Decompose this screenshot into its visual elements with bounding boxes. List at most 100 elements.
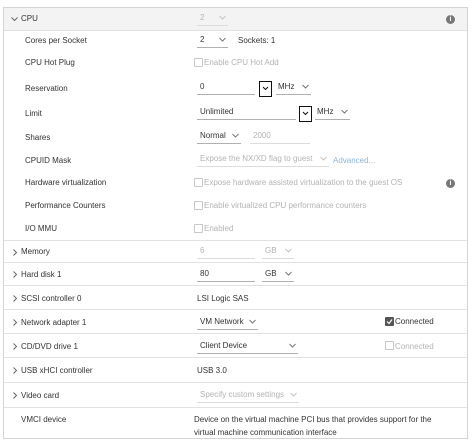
network-adapter-label: Network adapter 1 xyxy=(21,318,87,327)
vmci-description-line2: virtual machine communication interface xyxy=(194,428,337,437)
hard-disk-value: 80 xyxy=(200,269,209,278)
cdrom-label: CD/DVD drive 1 xyxy=(21,342,78,351)
cpu-header[interactable]: CPU 2 i xyxy=(4,8,467,31)
dropdown-arrow-icon xyxy=(302,84,309,89)
info-icon[interactable]: i xyxy=(446,15,455,24)
shares-select[interactable]: Normal xyxy=(197,130,241,144)
limit-unit-select[interactable]: MHz xyxy=(315,106,350,120)
cdrom-connected-label: Connected xyxy=(395,342,434,351)
scsi-controller-row[interactable]: SCSI controller 0 LSI Logic SAS xyxy=(4,285,467,310)
cdrom-select[interactable]: Client Device xyxy=(197,340,298,354)
dropdown-arrow-icon xyxy=(289,343,296,348)
perf-counters-checkbox[interactable] xyxy=(194,201,203,210)
hw-virtualization-row: Hardware virtualization Expose hardware … xyxy=(4,171,467,194)
hard-disk-row[interactable]: Hard disk 1 80 GB xyxy=(4,262,467,286)
dropdown-arrow-icon xyxy=(285,248,292,253)
limit-label: Limit xyxy=(25,109,42,118)
limit-input[interactable]: Unlimited xyxy=(197,106,296,120)
cpu-hot-plug-label: CPU Hot Plug xyxy=(25,58,75,67)
dropdown-arrow-icon xyxy=(219,37,226,42)
iommu-label: I/O MMU xyxy=(25,224,57,233)
reservation-input[interactable]: 0 xyxy=(197,81,255,95)
reservation-unit: MHz xyxy=(278,82,295,91)
network-adapter-row[interactable]: Network adapter 1 VM Network Connected xyxy=(4,309,467,334)
limit-row: Limit Unlimited MHz xyxy=(4,101,467,125)
hard-disk-unit: GB xyxy=(265,269,277,278)
hw-virtualization-checkbox[interactable] xyxy=(194,178,203,187)
iommu-option: Enabled xyxy=(204,224,234,233)
iommu-checkbox[interactable] xyxy=(194,224,203,233)
dropdown-arrow-icon xyxy=(290,392,297,397)
checkbox-icon xyxy=(386,319,393,325)
chevron-right-icon[interactable] xyxy=(12,343,18,350)
perf-counters-option: Enable virtualized CPU performance count… xyxy=(204,201,367,210)
shares-label: Shares xyxy=(25,133,51,142)
advanced-link[interactable]: Advanced... xyxy=(333,156,375,165)
reservation-row: Reservation 0 MHz xyxy=(4,76,467,101)
shares-amount-input[interactable]: 2000 xyxy=(250,130,310,144)
cpuid-mask-select[interactable]: Expose the NX/XD flag to guest xyxy=(197,153,329,167)
chevron-right-icon[interactable] xyxy=(12,295,18,302)
reservation-value: 0 xyxy=(200,82,205,91)
cpu-hot-plug-row: CPU Hot Plug Enable CPU Hot Add xyxy=(4,52,467,76)
hard-disk-input[interactable]: 80 xyxy=(197,268,255,282)
cdrom-value: Client Device xyxy=(200,341,248,350)
cores-per-socket-value: 2 xyxy=(200,35,205,44)
video-card-label: Video card xyxy=(21,391,60,400)
hard-disk-label: Hard disk 1 xyxy=(21,270,62,279)
chevron-right-icon[interactable] xyxy=(12,392,18,399)
perf-counters-row: Performance Counters Enable virtualized … xyxy=(4,194,467,217)
hw-virtualization-option: Expose hardware assisted virtualization … xyxy=(204,178,403,187)
memory-value: 6 xyxy=(200,246,205,255)
vmci-device-row: VMCI device Device on the virtual machin… xyxy=(4,407,467,438)
network-select[interactable]: VM Network xyxy=(197,316,258,330)
hot-add-option: Enable CPU Hot Add xyxy=(204,58,279,67)
shares-value: Normal xyxy=(200,131,226,140)
memory-input[interactable]: 6 xyxy=(197,245,255,259)
cpuid-mask-label: CPUID Mask xyxy=(25,156,72,165)
network-connected-label: Connected xyxy=(395,317,434,326)
video-card-row[interactable]: Video card Specify custom settings xyxy=(4,382,467,408)
info-icon[interactable]: i xyxy=(446,179,455,188)
reservation-dropdown-button[interactable] xyxy=(259,81,272,97)
hard-disk-unit-select[interactable]: GB xyxy=(262,268,294,282)
video-card-select[interactable]: Specify custom settings xyxy=(197,389,299,403)
cpu-label: CPU xyxy=(21,14,38,23)
memory-row[interactable]: Memory 6 GB xyxy=(4,240,467,263)
usb-controller-row[interactable]: USB xHCI controller USB 3.0 xyxy=(4,357,467,383)
dropdown-arrow-icon xyxy=(341,109,348,114)
chevron-right-icon[interactable] xyxy=(12,367,18,374)
usb-controller-label: USB xHCI controller xyxy=(21,366,93,375)
dropdown-arrow-icon xyxy=(232,133,239,138)
vm-hardware-panel: CPU 2 i Cores per Socket 2 Sockets: 1 CP… xyxy=(3,7,468,439)
memory-unit-select[interactable]: GB xyxy=(262,245,294,259)
limit-dropdown-button[interactable] xyxy=(299,106,312,122)
cpu-count-value: 2 xyxy=(200,13,205,22)
dropdown-arrow-icon xyxy=(249,319,256,324)
dropdown-arrow-icon xyxy=(285,271,292,276)
reservation-unit-select[interactable]: MHz xyxy=(276,81,311,95)
limit-value: Unlimited xyxy=(200,107,234,116)
network-value: VM Network xyxy=(200,317,244,326)
network-connected-checkbox[interactable] xyxy=(385,317,394,326)
usb-controller-value: USB 3.0 xyxy=(197,366,227,375)
chevron-right-icon[interactable] xyxy=(12,319,18,326)
sockets-count: Sockets: 1 xyxy=(238,36,276,45)
cores-per-socket-label: Cores per Socket xyxy=(25,36,87,45)
cpu-count-select[interactable]: 2 xyxy=(197,12,228,26)
memory-unit: GB xyxy=(265,246,277,255)
scsi-controller-label: SCSI controller 0 xyxy=(21,294,82,303)
chevron-down-icon xyxy=(262,86,269,91)
vmci-device-label: VMCI device xyxy=(21,415,67,424)
chevron-down-icon[interactable] xyxy=(11,16,18,22)
cdrom-row[interactable]: CD/DVD drive 1 Client Device Connected xyxy=(4,333,467,358)
hw-virtualization-label: Hardware virtualization xyxy=(25,178,107,187)
chevron-down-icon xyxy=(302,111,309,116)
cpuid-mask-row: CPUID Mask Expose the NX/XD flag to gues… xyxy=(4,149,467,171)
shares-amount: 2000 xyxy=(253,131,271,140)
cores-per-socket-select[interactable]: 2 xyxy=(197,34,228,48)
chevron-right-icon[interactable] xyxy=(12,249,18,256)
chevron-right-icon[interactable] xyxy=(12,271,18,278)
hot-add-checkbox[interactable] xyxy=(194,58,203,67)
cdrom-connected-checkbox[interactable] xyxy=(385,341,394,350)
